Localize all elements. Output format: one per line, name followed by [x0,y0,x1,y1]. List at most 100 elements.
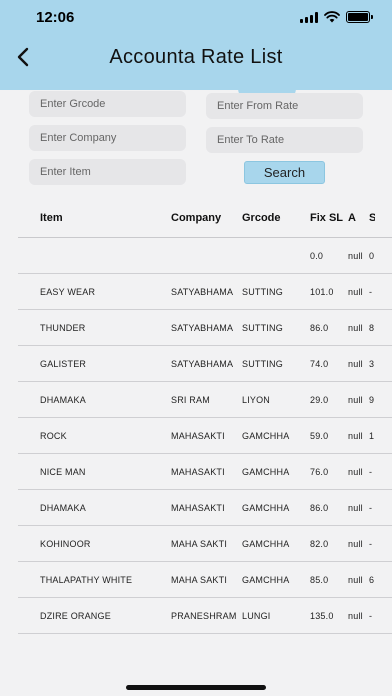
table-row[interactable]: 0.0 null 0 [18,238,392,274]
cell-a: null [348,538,363,549]
cell-grcode: SUTTING [242,322,283,333]
cell-grcode: SUTTING [242,358,283,369]
cell-grcode [242,238,308,273]
cell-a: null [348,574,363,585]
cell-item [40,238,170,273]
cell-item: GALISTER [40,358,87,369]
cell-fix-sl: 59.0 [310,430,329,441]
rate-table: Item Company Grcode Fix SL A S 0.0 null 0 E… [18,198,392,634]
from-rate-input[interactable] [206,93,363,119]
grcode-input[interactable] [29,91,186,117]
table-body: 0.0 null 0 EASY WEAR SATYABHAMA SUTTING 101.0 n… [18,238,392,634]
cell-a: null [348,250,363,261]
cell-fix-sl: 135.0 [310,610,334,621]
cell-company: SATYABHAMA [171,322,234,333]
table-row[interactable]: KOHINOOR MAHA SAKTI GAMCHHA 82.0 null - [18,526,392,562]
signal-icon [300,11,318,23]
cell-grcode: LIYON [242,394,271,405]
cell-fix-sl: 86.0 [310,322,329,333]
to-rate-input[interactable] [206,127,363,153]
status-time: 12:06 [36,9,75,26]
cell-grcode: GAMCHHA [242,466,290,477]
table-header: Item Company Grcode Fix SL A S [18,198,392,238]
cell-company: SATYABHAMA [171,358,234,369]
table-row[interactable]: NICE MAN MAHASAKTI GAMCHHA 76.0 null - [18,454,392,490]
cell-company: MAHASAKTI [171,466,225,477]
battery-icon [346,11,373,23]
table-row[interactable]: GALISTER SATYABHAMA SUTTING 74.0 null 3 [18,346,392,382]
cell-item: DHAMAKA [40,394,86,405]
search-button[interactable]: Search [244,161,325,184]
cell-s: - [369,502,373,513]
column-header-s: S [369,211,375,224]
page-title: Accounta Rate List [109,46,283,68]
cell-item: THUNDER [40,322,86,333]
wifi-icon [324,11,340,23]
cell-s: 6 [369,574,375,585]
item-input[interactable] [29,159,186,185]
cell-fix-sl: 82.0 [310,538,329,549]
cell-a: null [348,286,363,297]
cell-grcode: GAMCHHA [242,574,290,585]
cell-fix-sl: 76.0 [310,466,329,477]
cell-s: - [369,538,373,549]
cell-a: null [348,466,363,477]
cell-s: 8 [369,322,375,333]
column-header-fix-sl: Fix SL [310,211,344,224]
cell-company: MAHA SAKTI [171,574,228,585]
cell-company: PRANESHRAM [171,610,237,621]
cell-company: MAHASAKTI [171,502,225,513]
cell-a: null [348,358,363,369]
column-header-grcode: Grcode [242,211,281,224]
column-header-a: A [348,211,356,224]
cell-a: null [348,322,363,333]
cell-item: KOHINOOR [40,538,91,549]
cell-a: null [348,502,363,513]
cell-s: - [369,610,373,621]
cell-grcode: GAMCHHA [242,430,290,441]
cell-company: MAHASAKTI [171,430,225,441]
cell-item: EASY WEAR [40,286,96,297]
cell-grcode: LUNGI [242,610,271,621]
cell-item: DHAMAKA [40,502,86,513]
home-indicator [126,685,266,690]
table-row[interactable]: THUNDER SATYABHAMA SUTTING 86.0 null 8 [18,310,392,346]
cell-grcode: GAMCHHA [242,502,290,513]
cell-a: null [348,394,363,405]
table-row[interactable]: ROCK MAHASAKTI GAMCHHA 59.0 null 1 [18,418,392,454]
company-input[interactable] [29,125,186,151]
table-row[interactable]: EASY WEAR SATYABHAMA SUTTING 101.0 null - [18,274,392,310]
cell-item: DZIRE ORANGE [40,610,111,621]
cell-fix-sl: 0.0 [310,250,324,261]
table-row[interactable]: DHAMAKA SRI RAM LIYON 29.0 null 9 [18,382,392,418]
cell-s: - [369,466,373,477]
cell-fix-sl: 101.0 [310,286,334,297]
cell-s: 0 [369,250,375,261]
cell-company: SATYABHAMA [171,286,234,297]
table-row[interactable]: DHAMAKA MAHASAKTI GAMCHHA 86.0 null - [18,490,392,526]
cell-s: 9 [369,394,375,405]
cell-a: null [348,610,363,621]
cell-company: MAHA SAKTI [171,538,228,549]
cell-item: NICE MAN [40,466,86,477]
column-header-company: Company [171,211,222,224]
navigation-header: 12:06 Accounta Rate List [0,0,392,90]
cell-company [171,238,241,273]
cell-fix-sl: 29.0 [310,394,329,405]
column-header-item: Item [40,211,63,224]
table-row[interactable]: DZIRE ORANGE PRANESHRAM LUNGI 135.0 null - [18,598,392,634]
cell-s: 1 [369,430,375,441]
table-row[interactable]: THALAPATHY WHITE MAHA SAKTI GAMCHHA 85.0 nul… [18,562,392,598]
cell-grcode: SUTTING [242,286,283,297]
cell-s: - [369,286,373,297]
cell-grcode: GAMCHHA [242,538,290,549]
cell-s: 3 [369,358,375,369]
status-icons [300,11,373,23]
cell-fix-sl: 85.0 [310,574,329,585]
cell-item: ROCK [40,430,67,441]
cell-item: THALAPATHY WHITE [40,574,133,585]
cell-fix-sl: 74.0 [310,358,329,369]
cell-a: null [348,430,363,441]
cell-fix-sl: 86.0 [310,502,329,513]
cell-company: SRI RAM [171,394,210,405]
